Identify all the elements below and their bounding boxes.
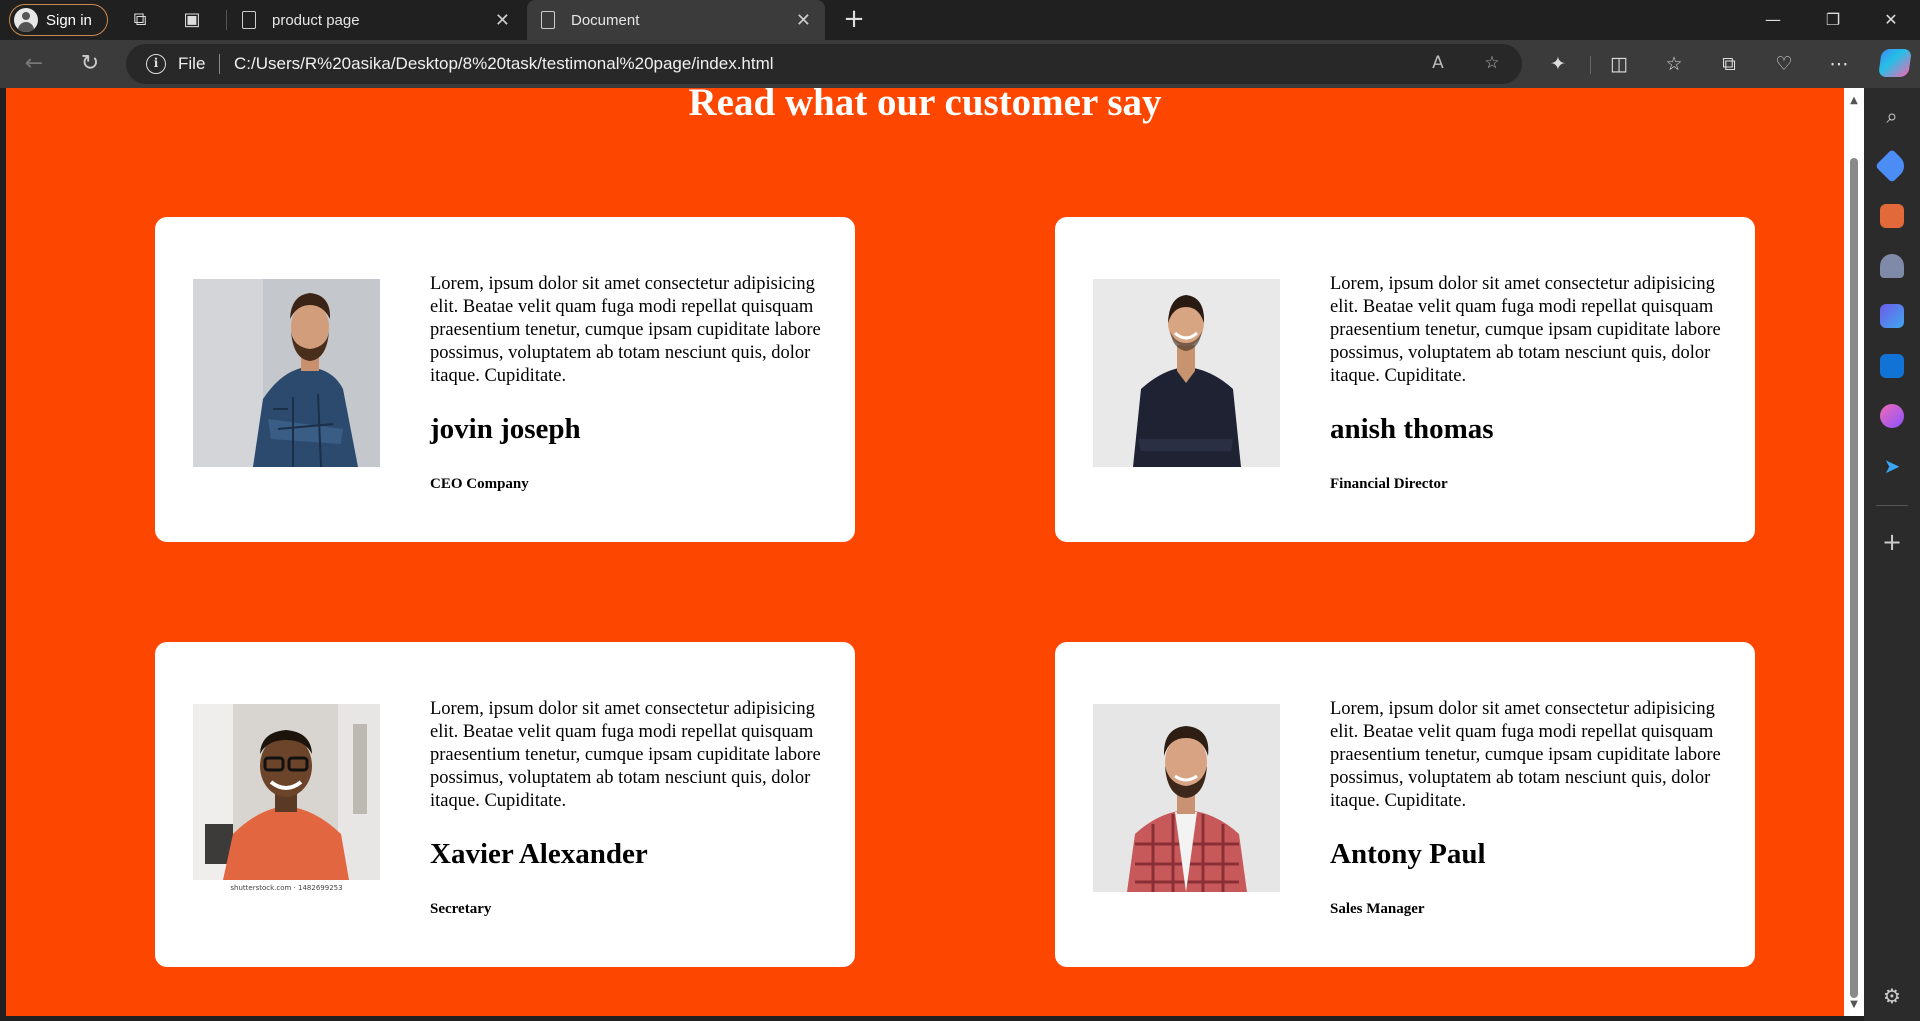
tab-document[interactable]: Document ✕ bbox=[527, 0, 825, 40]
customer-photo bbox=[193, 704, 380, 892]
testimonial-card: Lorem, ipsum dolor sit amet consectetur … bbox=[1055, 642, 1755, 967]
more-menu-icon[interactable]: ⋯ bbox=[1825, 50, 1853, 78]
page-icon bbox=[541, 11, 555, 29]
close-tab-icon[interactable]: ✕ bbox=[495, 10, 510, 31]
customer-role: Financial Director bbox=[1330, 476, 1448, 492]
scroll-thumb[interactable] bbox=[1850, 158, 1858, 998]
address-bar[interactable]: i File C:/Users/R%20asika/Desktop/8%20ta… bbox=[126, 44, 1522, 84]
new-tab-button[interactable]: + bbox=[840, 6, 868, 34]
outlook-icon[interactable] bbox=[1880, 354, 1904, 378]
workspaces-icon[interactable]: ⧉ bbox=[128, 8, 152, 32]
page-title: Read what our customer say bbox=[688, 88, 1162, 124]
collections-icon[interactable]: ⧉ bbox=[1715, 50, 1743, 78]
customer-role: Secretary bbox=[430, 901, 492, 917]
testimonial-text: Lorem, ipsum dolor sit amet consectetur … bbox=[1330, 274, 1721, 386]
tab-product-page[interactable]: product page ✕ bbox=[228, 0, 524, 40]
restore-button[interactable]: ❐ bbox=[1818, 6, 1848, 34]
shopping-tag-icon[interactable] bbox=[1875, 149, 1909, 183]
toolbar-separator bbox=[1590, 56, 1591, 74]
edge-sidebar: ⌕ ➤ + ⚙ bbox=[1864, 88, 1920, 1021]
tab-title: Document bbox=[571, 11, 640, 29]
customer-name: Xavier Alexander bbox=[430, 838, 648, 870]
customer-role: Sales Manager bbox=[1330, 901, 1425, 917]
browser-essentials-icon[interactable]: ♡ bbox=[1770, 50, 1798, 78]
close-tab-icon[interactable]: ✕ bbox=[796, 10, 811, 31]
customer-name: Antony Paul bbox=[1330, 838, 1486, 870]
testimonial-text: Lorem, ipsum dolor sit amet consectetur … bbox=[1330, 699, 1721, 811]
customer-photo bbox=[193, 279, 380, 467]
send-icon[interactable]: ➤ bbox=[1880, 454, 1904, 478]
site-info-icon[interactable]: i bbox=[146, 54, 166, 74]
sidebar-settings-icon[interactable]: ⚙ bbox=[1880, 984, 1904, 1008]
tab-title: product page bbox=[272, 11, 360, 29]
scroll-up-icon[interactable]: ▲ bbox=[1848, 96, 1860, 106]
games-icon[interactable] bbox=[1880, 254, 1904, 278]
page-viewport: Read what our customer say Lorem, ipsum … bbox=[6, 88, 1844, 1016]
address-separator bbox=[219, 54, 220, 74]
scroll-down-icon[interactable]: ▼ bbox=[1848, 1000, 1860, 1010]
tab-actions-icon[interactable]: ▣ bbox=[180, 8, 204, 32]
minimize-button[interactable]: — bbox=[1758, 6, 1788, 34]
testimonial-card: shutterstock.com · 1482699253 Lorem, ips… bbox=[155, 642, 855, 967]
page-scrollbar[interactable]: ▲ ▼ bbox=[1844, 88, 1864, 1016]
back-button[interactable]: ← bbox=[20, 50, 48, 78]
customer-photo bbox=[1093, 704, 1280, 892]
favorite-star-icon[interactable]: ☆ bbox=[1480, 53, 1504, 75]
designer-icon[interactable] bbox=[1880, 404, 1904, 428]
tab-separator bbox=[226, 10, 227, 30]
sidebar-separator bbox=[1876, 505, 1908, 506]
browser-toolbar: ← ↻ i File C:/Users/R%20asika/Desktop/8%… bbox=[0, 40, 1920, 88]
profile-icon bbox=[14, 8, 38, 32]
tab-strip: Sign in ⧉ ▣ product page ✕ Document ✕ + … bbox=[0, 0, 1920, 40]
testimonial-text: Lorem, ipsum dolor sit amet consectetur … bbox=[430, 699, 821, 811]
read-aloud-icon[interactable]: A bbox=[1426, 53, 1450, 75]
testimonial-card: Lorem, ipsum dolor sit amet consectetur … bbox=[1055, 217, 1755, 542]
testimonial-text: Lorem, ipsum dolor sit amet consectetur … bbox=[430, 274, 821, 386]
add-sidebar-app-icon[interactable]: + bbox=[1880, 530, 1904, 554]
favorites-icon[interactable]: ☆ bbox=[1660, 50, 1688, 78]
close-window-button[interactable]: ✕ bbox=[1876, 6, 1906, 34]
split-screen-icon[interactable]: ◫ bbox=[1605, 50, 1633, 78]
search-icon[interactable]: ⌕ bbox=[1880, 104, 1904, 128]
customer-name: anish thomas bbox=[1330, 413, 1494, 445]
microsoft-365-icon[interactable] bbox=[1880, 304, 1904, 328]
url-text[interactable]: C:/Users/R%20asika/Desktop/8%20task/test… bbox=[234, 54, 774, 74]
scheme-label: File bbox=[178, 54, 206, 73]
customer-name: jovin joseph bbox=[430, 413, 581, 445]
extensions-icon[interactable]: ✦ bbox=[1544, 50, 1572, 78]
sign-in-label: Sign in bbox=[46, 11, 92, 29]
tools-briefcase-icon[interactable] bbox=[1880, 204, 1904, 228]
refresh-button[interactable]: ↻ bbox=[76, 50, 104, 78]
copilot-icon[interactable] bbox=[1878, 49, 1912, 77]
sign-in-button[interactable]: Sign in bbox=[9, 4, 108, 36]
page-icon bbox=[242, 11, 256, 29]
photo-watermark: shutterstock.com · 1482699253 bbox=[230, 884, 343, 892]
testimonial-card: Lorem, ipsum dolor sit amet consectetur … bbox=[155, 217, 855, 542]
customer-photo bbox=[1093, 279, 1280, 467]
customer-role: CEO Company bbox=[430, 476, 529, 492]
